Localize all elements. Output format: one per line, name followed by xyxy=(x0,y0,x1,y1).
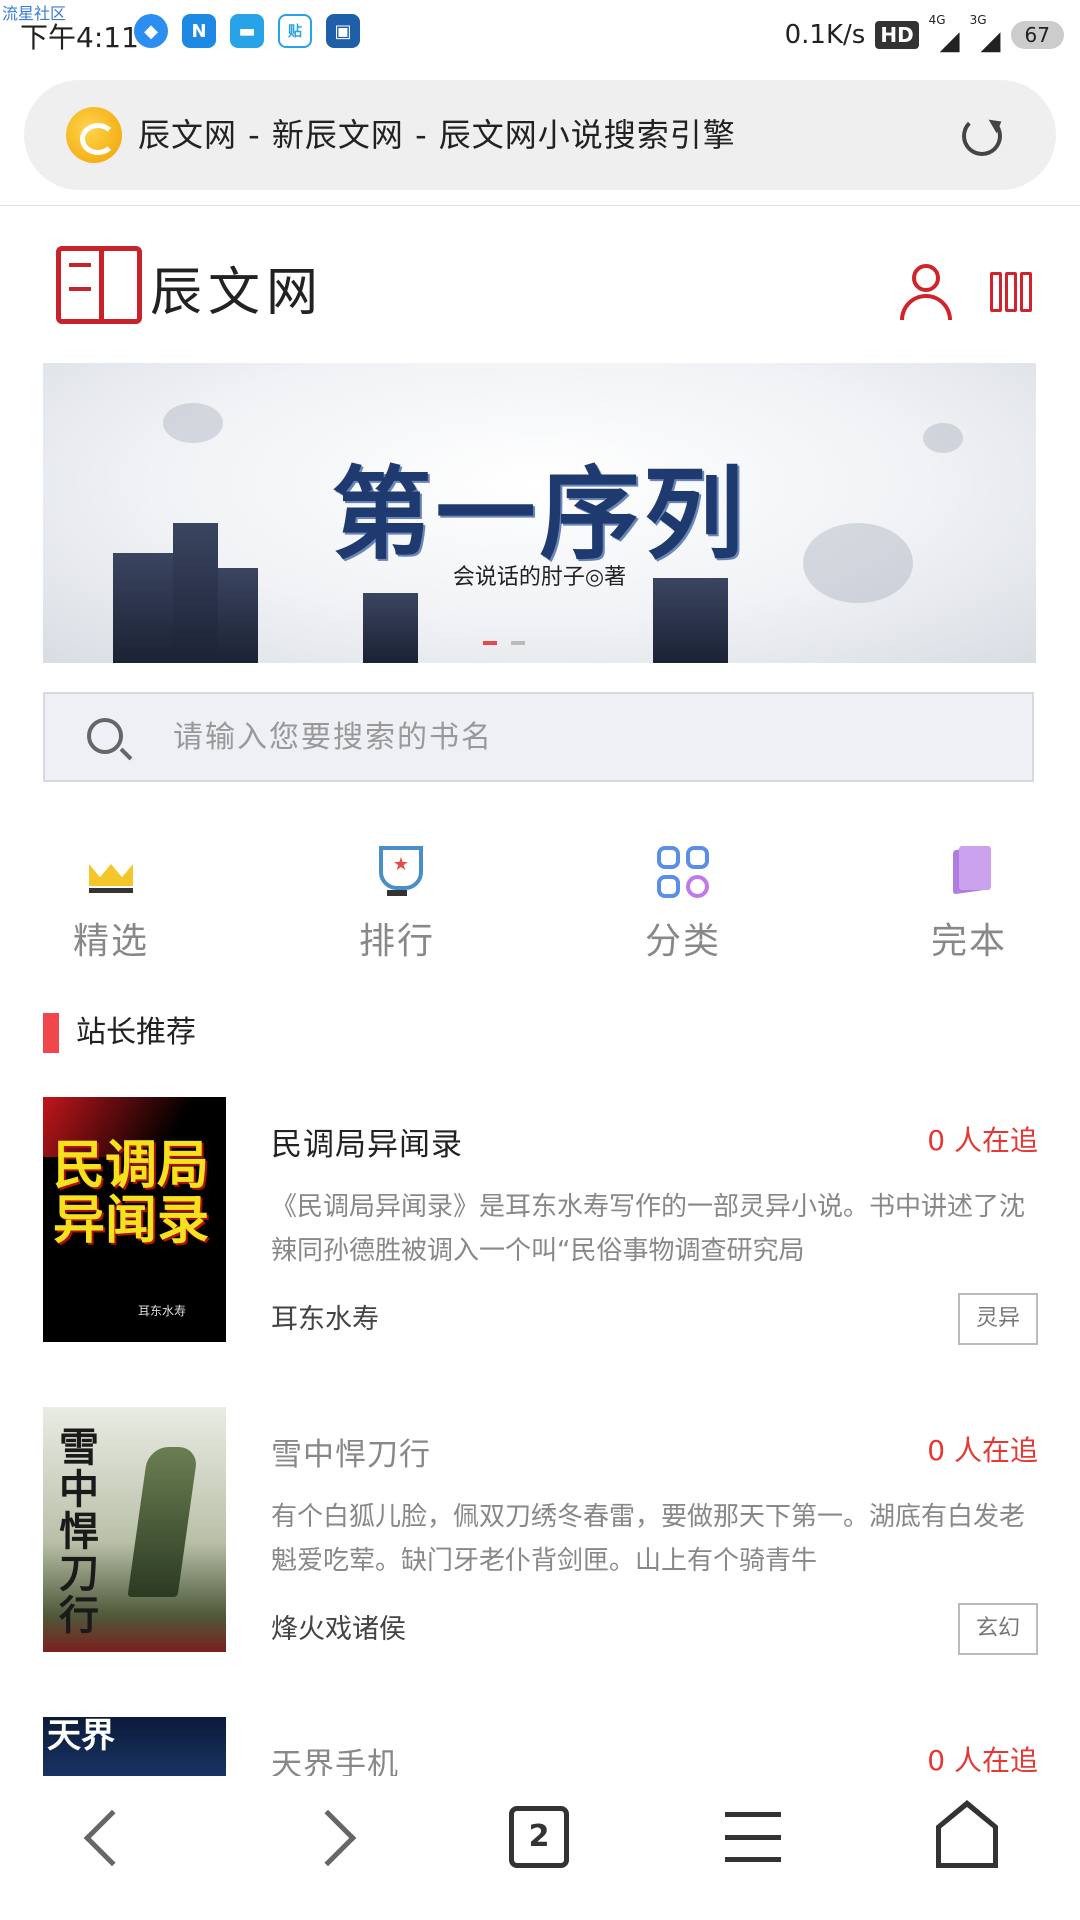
divider xyxy=(0,205,1080,206)
menu-line xyxy=(725,1857,781,1862)
grid-cell xyxy=(686,846,709,869)
cover-figure xyxy=(127,1447,199,1597)
tabs-button[interactable]: 2 xyxy=(509,1806,569,1868)
category-label: 完本 xyxy=(930,921,1007,962)
compass-app-icon: ◆ xyxy=(134,14,168,48)
search-input[interactable] xyxy=(173,694,1013,780)
forward-arrow-icon[interactable] xyxy=(299,1809,357,1867)
grid-icon xyxy=(657,846,709,898)
bookshelf-book xyxy=(990,272,1002,312)
category-label: 精选 xyxy=(72,921,149,962)
user-icon-body xyxy=(900,294,952,320)
book-title[interactable]: 民调局异闻录 xyxy=(271,1119,463,1164)
page-title[interactable]: 辰文网 - 新辰文网 - 辰文网小说搜索引擎 xyxy=(138,110,736,156)
signal-4g-icon: 4G ◢ xyxy=(928,13,960,56)
browser-bottom-nav: 2 xyxy=(0,1776,1080,1920)
cover-title: 天界 xyxy=(47,1717,115,1756)
status-bar: 流星社区 下午4:11 ◆ N ▬ 贴 ▣ 0.1K/s HD 4G ◢ 3G ◢ … xyxy=(0,0,1080,72)
book-logo-icon[interactable] xyxy=(56,246,142,324)
signal-3g-icon: 3G ◢ xyxy=(969,13,1001,56)
hd-badge: HD xyxy=(875,21,919,49)
category-label: 分类 xyxy=(644,921,721,962)
crown-icon xyxy=(85,846,137,898)
n-app-icon: N xyxy=(182,14,216,48)
bookshelf-book xyxy=(1020,272,1032,312)
section-accent-bar xyxy=(43,1013,59,1053)
status-time: 下午4:11 xyxy=(20,21,139,54)
category-ranking[interactable]: 排行 xyxy=(317,846,477,964)
home-icon[interactable] xyxy=(936,1800,998,1868)
status-indicators: 0.1K/s HD 4G ◢ 3G ◢ 67 xyxy=(785,14,1064,56)
book-followers: 0 人在追 xyxy=(927,1434,1038,1467)
grid-cell xyxy=(686,875,709,898)
site-favicon-icon xyxy=(66,107,122,163)
book-list-item[interactable]: 民调局异闻录 耳东水寿 民调局异闻录 0 人在追 《民调局异闻录》是耳东水寿写作… xyxy=(43,1097,1038,1345)
book-cover[interactable]: 民调局异闻录 耳东水寿 xyxy=(43,1097,226,1342)
address-bar[interactable]: 辰文网 - 新辰文网 - 辰文网小说搜索引擎 xyxy=(24,80,1056,190)
menu-line xyxy=(725,1834,781,1840)
building-silhouette xyxy=(363,593,418,663)
search-box[interactable] xyxy=(43,692,1034,782)
book-title[interactable]: 雪中悍刀行 xyxy=(271,1429,431,1474)
cover-title: 民调局异闻录 xyxy=(53,1136,210,1251)
book-genre-tag[interactable]: 灵异 xyxy=(958,1293,1038,1345)
user-icon-head xyxy=(912,264,940,292)
banner-author: 会说话的肘子◎著 xyxy=(452,565,627,590)
site-header: 辰文网 xyxy=(0,230,1080,340)
book-cover[interactable]: 天界 xyxy=(43,1717,226,1776)
book-followers: 0 人在追 xyxy=(927,1744,1038,1776)
book-description: 《民调局异闻录》是耳东水寿写作的一部灵异小说。书中讲述了沈辣同孙德胜被调入一个叫… xyxy=(271,1192,1026,1266)
carousel-dot-active[interactable] xyxy=(483,641,497,645)
menu-line xyxy=(725,1812,781,1817)
category-genres[interactable]: 分类 xyxy=(603,846,763,964)
cover-author: 耳东水寿 xyxy=(138,1304,187,1318)
wallet-app-icon: ▬ xyxy=(230,14,264,48)
signal-4g-label: 4G xyxy=(928,13,946,27)
book-genre-tag[interactable]: 玄幻 xyxy=(958,1603,1038,1655)
book-description: 有个白狐儿脸，佩双刀绣冬春雷，要做那天下第一。湖底有白发老魁爱吃荤。缺门牙老仆背… xyxy=(271,1502,1026,1576)
category-featured[interactable]: 精选 xyxy=(31,846,191,964)
status-app-icons: ◆ N ▬ 贴 ▣ xyxy=(134,14,360,48)
clipboard-app-icon: 贴 xyxy=(278,14,312,48)
category-label: 排行 xyxy=(358,921,435,962)
section-title: 站长推荐 xyxy=(76,1015,196,1050)
back-arrow-icon[interactable] xyxy=(83,1809,141,1867)
screen-mirror-icon: ▣ xyxy=(326,14,360,48)
reload-icon[interactable] xyxy=(962,116,1002,156)
category-completed[interactable]: 完本 xyxy=(889,846,1049,964)
search-icon[interactable] xyxy=(87,718,123,754)
carousel-indicator xyxy=(483,641,525,645)
signal-3g-label: 3G xyxy=(969,13,987,27)
books-icon xyxy=(943,846,995,898)
book-list-item[interactable]: 天界 天界手机 0 人在追 xyxy=(43,1717,1038,1776)
category-nav: 精选 排行 分类 完本 xyxy=(0,846,1080,966)
battery-indicator: 67 xyxy=(1010,21,1064,49)
net-speed: 0.1K/s xyxy=(784,20,866,50)
cover-title: 雪中悍刀行 xyxy=(59,1424,99,1639)
grid-cell xyxy=(657,875,680,898)
book-author: 烽火戏诸侯 xyxy=(271,1614,406,1645)
bookshelf-book xyxy=(1005,272,1017,312)
book-followers: 0 人在追 xyxy=(927,1124,1038,1157)
menu-icon[interactable] xyxy=(725,1812,781,1862)
book-cover[interactable]: 雪中悍刀行 xyxy=(43,1407,226,1652)
site-logo-text[interactable]: 辰文网 xyxy=(150,250,324,325)
banner-carousel[interactable]: 第一序列 会说话的肘子◎著 xyxy=(43,363,1036,663)
book-title[interactable]: 天界手机 xyxy=(271,1739,399,1776)
bookshelf-icon[interactable] xyxy=(990,272,1032,312)
banner-book-title: 第一序列 xyxy=(331,455,748,573)
book-list-item[interactable]: 雪中悍刀行 雪中悍刀行 0 人在追 有个白狐儿脸，佩双刀绣冬春雷，要做那天下第一… xyxy=(43,1407,1038,1655)
carousel-dot[interactable] xyxy=(511,641,525,645)
grid-cell xyxy=(657,846,680,869)
book-author: 耳东水寿 xyxy=(271,1304,379,1335)
user-icon[interactable] xyxy=(900,264,952,320)
trophy-icon xyxy=(371,846,423,898)
